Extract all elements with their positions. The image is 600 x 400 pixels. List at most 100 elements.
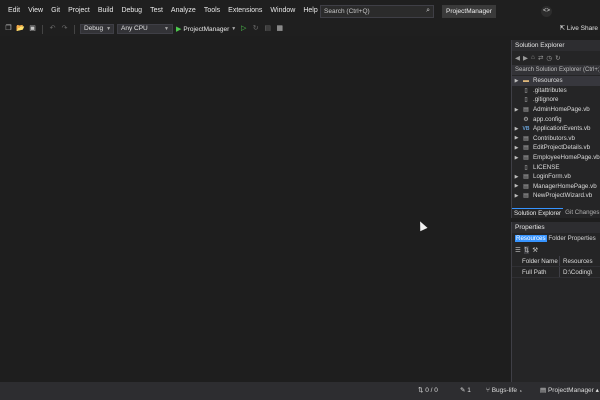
solution-tree: ▶ ▬ Resources ▯ .gitattributes ▯ .gitignore ▶ ▤ A… xyxy=(512,76,600,201)
menu-item[interactable]: Analyze xyxy=(167,0,200,22)
tree-item[interactable]: ▶ ▬ Resources xyxy=(512,76,600,86)
form-icon: ▤ xyxy=(523,107,529,114)
separator xyxy=(74,24,75,34)
menu-item[interactable]: Window xyxy=(266,0,299,22)
menu-bar: Edit View Git Project Build Debug Test Analyze T… xyxy=(0,0,600,22)
home-icon[interactable]: ⌂ xyxy=(531,54,535,61)
menu-items: Edit View Git Project Build Debug Test Analyze T… xyxy=(0,0,322,22)
tree-item-label: EmployeeHomePage.vb xyxy=(533,154,600,162)
start-without-debug-icon[interactable]: ▷ xyxy=(239,22,248,36)
menu-item[interactable]: Build xyxy=(94,0,118,22)
editor-area[interactable] xyxy=(0,36,510,382)
repo-selector[interactable]: ▤ ProjectManager ▴ xyxy=(540,382,599,400)
vb-icon: VB xyxy=(522,125,530,132)
platform-select[interactable]: Any CPU ▼ xyxy=(117,24,173,34)
switch-views-icon[interactable]: ⇄ xyxy=(538,54,543,62)
folder-icon: ▬ xyxy=(523,77,529,84)
search-input[interactable]: Search (Ctrl+Q) ⌕ xyxy=(320,5,434,18)
solution-explorer-panel: Solution Explorer ◀ ▶ ⌂ ⇄ ◷ ↻ Search Sol… xyxy=(511,40,600,218)
diagnostics-icon[interactable]: ▤ xyxy=(263,22,272,36)
branch-name: Bugs-life xyxy=(491,387,518,394)
hot-reload-icon[interactable]: ↻ xyxy=(251,22,260,36)
expand-arrow-icon[interactable]: ▶ xyxy=(512,145,521,151)
tree-item[interactable]: ⚙ app.config xyxy=(512,114,600,124)
tree-item[interactable]: ▶ ▤ NewProjectWizard.vb xyxy=(512,191,600,201)
menu-item[interactable]: Test xyxy=(146,0,167,22)
tree-item[interactable]: ▶ VB ApplicationEvents.vb xyxy=(512,124,600,134)
menu-item[interactable]: Project xyxy=(64,0,94,22)
menu-item[interactable]: Help xyxy=(299,0,321,22)
save-all-icon[interactable]: ▣ xyxy=(28,22,37,36)
form-icon: ▤ xyxy=(523,183,529,190)
menu-item[interactable]: Git xyxy=(47,0,64,22)
platform-value: Any CPU xyxy=(121,25,148,32)
solution-explorer-title: Solution Explorer xyxy=(512,40,600,51)
edits-indicator[interactable]: ✎ 1 xyxy=(460,382,471,400)
tree-item-label: Contributors.vb xyxy=(533,134,575,142)
tab-git-changes[interactable]: Git Changes xyxy=(563,208,600,218)
panel-tabs: Solution Explorer Git Changes xyxy=(512,208,600,218)
live-share-button[interactable]: ⇱ Live Share xyxy=(560,22,598,36)
tree-item[interactable]: ▯ .gitignore xyxy=(512,95,600,105)
object-name: Resources xyxy=(515,235,547,242)
git-changes-indicator[interactable]: ⇅ 0 / 0 xyxy=(418,382,438,400)
property-value[interactable]: D:\Coding\ xyxy=(559,267,600,277)
start-button[interactable]: ▶ ProjectManager ▼ xyxy=(176,25,236,34)
layout-icon[interactable]: ▦ xyxy=(275,22,284,36)
property-name: Folder Name xyxy=(522,258,558,265)
expand-arrow-icon[interactable]: ▶ xyxy=(512,126,521,132)
copilot-icon[interactable]: <> xyxy=(541,6,552,17)
menu-item[interactable]: Tools xyxy=(200,0,224,22)
expand-arrow-icon[interactable]: ▶ xyxy=(512,174,521,180)
property-pages-icon[interactable]: ⚒ xyxy=(532,246,538,254)
tab-solution-explorer[interactable]: Solution Explorer xyxy=(512,208,564,218)
menu-item[interactable]: Edit xyxy=(4,0,24,22)
pending-changes-icon[interactable]: ◷ xyxy=(546,54,552,62)
property-value[interactable]: Resources xyxy=(559,256,600,266)
forward-icon[interactable]: ▶ xyxy=(523,54,528,62)
expand-arrow-icon[interactable]: ▶ xyxy=(512,193,521,199)
tree-item[interactable]: ▶ ▤ LoginForm.vb xyxy=(512,172,600,182)
menu-item[interactable]: Extensions xyxy=(224,0,266,22)
form-icon: ▤ xyxy=(523,135,529,142)
expand-arrow-icon[interactable]: ▶ xyxy=(512,183,521,189)
project-name-badge[interactable]: ProjectManager xyxy=(442,5,496,18)
tree-item-label: Resources xyxy=(533,77,563,85)
expand-arrow-icon[interactable]: ▶ xyxy=(512,135,521,141)
tree-item[interactable]: ▶ ▤ EditProjectDetails.vb xyxy=(512,143,600,153)
tree-item[interactable]: ▯ LICENSE xyxy=(512,162,600,172)
menu-item[interactable]: View xyxy=(24,0,47,22)
expand-arrow-icon[interactable]: ▶ xyxy=(512,78,521,84)
back-icon[interactable]: ◀ xyxy=(515,54,520,62)
solution-explorer-toolbar: ◀ ▶ ⌂ ⇄ ◷ ↻ xyxy=(512,51,600,64)
menu-item[interactable]: Debug xyxy=(117,0,146,22)
alphabetical-icon[interactable]: ⇅ xyxy=(523,246,530,254)
tree-item[interactable]: ▶ ▤ ManagerHomePage.vb xyxy=(512,182,600,192)
undo-icon[interactable]: ↶ xyxy=(48,22,57,36)
redo-icon[interactable]: ↷ xyxy=(60,22,69,36)
edits-count: 1 xyxy=(467,387,471,394)
expand-arrow-icon[interactable]: ▶ xyxy=(512,107,521,113)
tree-item-label: ApplicationEvents.vb xyxy=(533,125,591,133)
new-project-icon[interactable]: ❐ xyxy=(4,22,13,36)
solution-explorer-search[interactable]: Search Solution Explorer (Ctrl+;) xyxy=(512,65,600,75)
git-changes-count: 0 / 0 xyxy=(425,387,438,394)
sync-icon[interactable]: ↻ xyxy=(555,54,560,62)
tree-item[interactable]: ▯ .gitattributes xyxy=(512,86,600,96)
object-type: Folder Properties xyxy=(548,235,596,242)
tree-item-label: NewProjectWizard.vb xyxy=(533,192,593,200)
form-icon: ▤ xyxy=(523,145,529,152)
expand-arrow-icon[interactable]: ▶ xyxy=(512,155,521,161)
open-folder-icon[interactable]: 📂 xyxy=(16,22,25,36)
property-row[interactable]: Full Path D:\Coding\ xyxy=(512,267,600,278)
tree-item[interactable]: ▶ ▤ Contributors.vb xyxy=(512,134,600,144)
properties-panel: Properties Resources Folder Properties ☰… xyxy=(511,222,600,382)
config-select[interactable]: Debug ▼ xyxy=(80,24,114,34)
tree-item[interactable]: ▶ ▤ EmployeeHomePage.vb xyxy=(512,153,600,163)
branch-selector[interactable]: ⑂ Bugs-life ▴ xyxy=(486,382,523,400)
property-row[interactable]: Folder Name Resources xyxy=(512,256,600,267)
tree-item-label: app.config xyxy=(533,115,562,123)
categorized-icon[interactable]: ☰ xyxy=(515,246,521,254)
tree-item[interactable]: ▶ ▤ AdminHomePage.vb xyxy=(512,105,600,115)
properties-object-selector[interactable]: Resources Folder Properties xyxy=(512,233,600,244)
